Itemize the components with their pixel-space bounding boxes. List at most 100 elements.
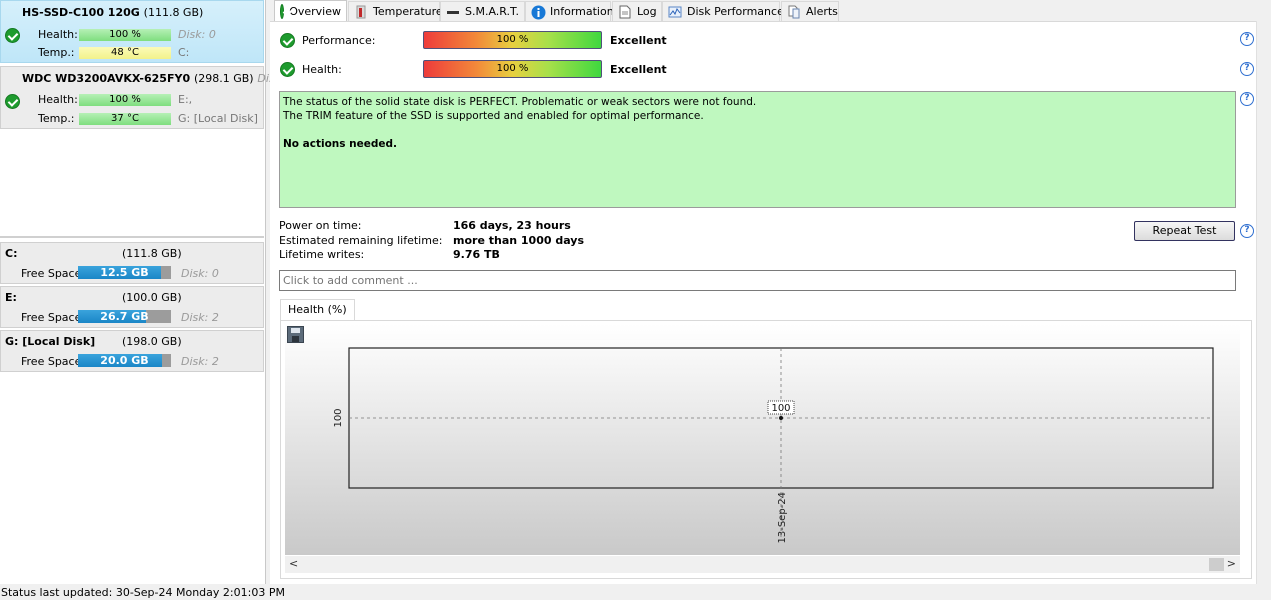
performance-bar: 100 %	[423, 31, 602, 49]
repeat-test-button[interactable]: Repeat Test	[1134, 221, 1235, 241]
free-space-label: Free Space	[21, 267, 82, 280]
thermometer-icon	[354, 5, 368, 19]
volume-item[interactable]: E: (100.0 GB) Free Space 26.7 GB Disk: 2	[0, 286, 264, 328]
health-bar: 100 %	[423, 60, 602, 78]
free-space-value: 20.0 GB	[100, 354, 149, 367]
volume-size: (100.0 GB)	[122, 291, 182, 304]
tab-bar: Overview Temperature S.M.A.R.T. Informat…	[270, 0, 1271, 22]
volume-item[interactable]: C: (111.8 GB) Free Space 12.5 GB Disk: 0	[0, 242, 264, 284]
lifetime-label: Estimated remaining lifetime:	[279, 234, 443, 247]
tab-temperature[interactable]: Temperature	[348, 1, 443, 21]
scroll-thumb[interactable]	[1209, 558, 1224, 571]
chart-icon	[668, 5, 682, 19]
disk-title: WDC WD3200AVKX-625FY0 (298.1 GB) Disk: 2	[22, 72, 295, 85]
health-label: Health:	[38, 93, 78, 106]
disk-item-hdd[interactable]: WDC WD3200AVKX-625FY0 (298.1 GB) Disk: 2…	[0, 66, 295, 129]
ok-status-icon	[280, 61, 295, 77]
tab-overview[interactable]: Overview	[274, 0, 347, 22]
volume-name: E:	[5, 291, 17, 304]
volume-size: (198.0 GB)	[122, 335, 182, 348]
volume-name: C:	[5, 247, 18, 260]
health-row: Health: 100 % Excellent	[280, 60, 880, 78]
lifetime-value: more than 1000 days	[453, 234, 585, 247]
tab-information[interactable]: Information	[525, 1, 614, 21]
performance-rating: Excellent	[610, 33, 667, 47]
tab-label: Disk Performance	[687, 5, 784, 18]
volume-name: G: [Local Disk]	[5, 335, 96, 348]
status-action: No actions needed.	[283, 138, 398, 150]
free-space-bar: 12.5 GB	[78, 266, 171, 279]
performance-row: Performance: 100 % Excellent	[280, 31, 880, 49]
tab-label: Alerts	[806, 5, 838, 18]
health-label: Health:	[302, 62, 342, 76]
disk-name: HS-SSD-C100 120G	[22, 6, 140, 19]
panel-divider[interactable]	[0, 236, 264, 238]
data-label: 100	[771, 403, 790, 414]
volume-disk: Disk: 2	[181, 355, 219, 368]
comment-input[interactable]	[279, 270, 1236, 291]
free-space-value: 12.5 GB	[100, 266, 149, 279]
health-chart: 100 13-Sep-24 100	[333, 347, 1214, 544]
chart-canvas: 100 13-Sep-24 100	[285, 324, 1240, 555]
temp-bar: 37 °C	[79, 113, 171, 125]
tab-alerts[interactable]: Alerts	[781, 1, 839, 21]
health-label: Health:	[38, 28, 78, 41]
disk-volumes: G: [Local Disk]	[178, 112, 258, 125]
ok-status-icon	[5, 94, 20, 109]
temp-label: Temp.:	[38, 46, 75, 59]
tab-label: Log	[637, 5, 657, 18]
ok-status-icon	[5, 28, 20, 43]
disk-number: Disk: 0	[178, 28, 216, 41]
check-circle-icon	[280, 4, 285, 19]
help-icon[interactable]: ?	[1240, 62, 1254, 76]
vertical-scrollbar[interactable]	[1256, 21, 1271, 584]
volume-disk: Disk: 2	[181, 311, 219, 324]
health-rating: Excellent	[610, 62, 667, 76]
horizontal-scrollbar[interactable]: < >	[285, 556, 1240, 573]
temp-bar: 48 °C	[79, 47, 171, 59]
help-icon[interactable]: ?	[1240, 32, 1254, 46]
free-space-bar: 20.0 GB	[78, 354, 171, 367]
status-text: The status of the solid state disk is PE…	[283, 96, 757, 108]
y-tick-label: 100	[333, 408, 344, 427]
help-icon[interactable]: ?	[1240, 92, 1254, 106]
hd-sentinel-window: HS-SSD-C100 120G (111.8 GB) Health: 100 …	[0, 0, 1271, 600]
tab-label: Overview	[289, 5, 341, 18]
tab-log[interactable]: Log	[612, 1, 662, 21]
tab-label: S.M.A.R.T.	[465, 5, 519, 18]
disk-list-panel: HS-SSD-C100 120G (111.8 GB) Health: 100 …	[0, 0, 295, 584]
volume-size: (111.8 GB)	[122, 247, 182, 260]
health-bar: 100 %	[79, 29, 171, 41]
volume-item[interactable]: G: [Local Disk] (198.0 GB) Free Space 20…	[0, 330, 264, 372]
tab-smart[interactable]: S.M.A.R.T.	[440, 1, 525, 21]
status-bar: Status last updated: 30-Sep-24 Monday 2:…	[0, 584, 1271, 600]
disk-item-ssd[interactable]: HS-SSD-C100 120G (111.8 GB) Health: 100 …	[0, 0, 264, 63]
info-icon	[531, 5, 546, 19]
help-icon[interactable]: ?	[1240, 224, 1254, 238]
overview-panel: Performance: 100 % Excellent ? Health: 1…	[270, 21, 1271, 584]
save-icon[interactable]	[287, 326, 304, 343]
x-tick-label: 13-Sep-24	[777, 492, 788, 544]
alerts-icon	[787, 5, 801, 19]
free-space-bar: 26.7 GB	[78, 310, 171, 323]
free-space-label: Free Space	[21, 311, 82, 324]
disk-name: WDC WD3200AVKX-625FY0	[22, 72, 191, 85]
lifetime-writes-label: Lifetime writes:	[279, 248, 365, 261]
tab-health-chart[interactable]: Health (%)	[280, 299, 355, 320]
tab-label: Information	[550, 5, 614, 18]
lifetime-writes-value: 9.76 TB	[453, 248, 500, 261]
power-on-value: 166 days, 23 hours	[453, 219, 571, 232]
free-space-value: 26.7 GB	[100, 310, 149, 323]
health-chart-area: 100 13-Sep-24 100 < >	[280, 320, 1252, 579]
disk-size: (298.1 GB)	[193, 72, 254, 85]
disk-volumes: C:	[178, 46, 190, 59]
disk-title: HS-SSD-C100 120G (111.8 GB)	[22, 6, 203, 19]
temp-label: Temp.:	[38, 112, 75, 125]
dash-icon	[446, 5, 460, 19]
tab-disk-performance[interactable]: Disk Performance	[662, 1, 784, 21]
scroll-right-arrow[interactable]: >	[1227, 557, 1236, 570]
disk-volumes: E:,	[178, 93, 193, 106]
scroll-left-arrow[interactable]: <	[289, 557, 298, 570]
status-text: The TRIM feature of the SSD is supported…	[283, 110, 704, 122]
performance-label: Performance:	[302, 33, 376, 47]
